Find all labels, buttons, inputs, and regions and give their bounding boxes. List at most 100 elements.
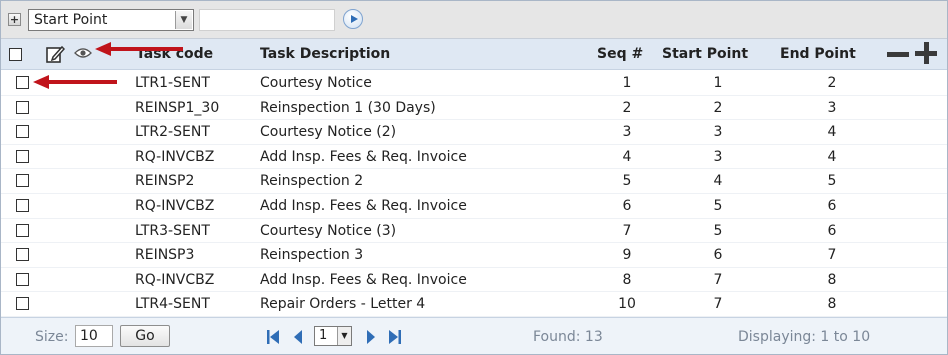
table-row[interactable]: LTR1-SENT Courtesy Notice 1 1 2 (1, 71, 947, 96)
seq-cell: 6 (622, 197, 632, 214)
task-grid-panel: + Start Point ▼ Task code Task Descripti… (0, 0, 948, 355)
task-description-cell: Add Insp. Fees & Req. Invoice (260, 148, 467, 165)
prev-page-icon[interactable] (291, 329, 305, 345)
filter-go-icon[interactable] (343, 9, 363, 29)
filter-field-select[interactable]: Start Point ▼ (28, 9, 194, 31)
table-row[interactable]: LTR3-SENT Courtesy Notice (3) 7 5 6 (1, 219, 947, 244)
filter-field-value: Start Point (34, 12, 108, 28)
collapse-minus-icon[interactable] (887, 52, 909, 57)
task-code-cell: RQ-INVCBZ (135, 271, 215, 288)
page-size-label: Size: (35, 329, 69, 345)
row-checkbox[interactable] (16, 272, 29, 286)
task-code-cell: RQ-INVCBZ (135, 148, 215, 165)
row-checkbox[interactable] (16, 174, 29, 188)
end-point-cell: 4 (827, 148, 837, 165)
grid-pager: Size: 10 Go 1 ▼ Found: 13 Displaying: 1 … (1, 317, 947, 354)
grid-body: LTR1-SENT Courtesy Notice 1 1 2 REINSP1_… (1, 71, 947, 317)
task-description-cell: Repair Orders - Letter 4 (260, 296, 426, 313)
add-plus-icon[interactable] (915, 42, 937, 64)
expand-plus-icon[interactable]: + (8, 13, 21, 26)
task-code-cell: LTR2-SENT (135, 124, 210, 141)
task-code-cell: REINSP1_30 (135, 99, 220, 116)
col-end-point[interactable]: End Point (780, 46, 856, 62)
start-point-cell: 3 (713, 148, 723, 165)
task-code-cell: LTR3-SENT (135, 222, 210, 239)
filter-toolbar: + Start Point ▼ (1, 1, 947, 39)
table-row[interactable]: RQ-INVCBZ Add Insp. Fees & Req. Invoice … (1, 145, 947, 170)
row-checkbox[interactable] (16, 149, 29, 163)
next-page-icon[interactable] (364, 329, 378, 345)
page-size-go-button[interactable]: Go (120, 325, 170, 347)
seq-cell: 8 (622, 271, 632, 288)
table-row[interactable]: REINSP2 Reinspection 2 5 4 5 (1, 169, 947, 194)
start-point-cell: 3 (713, 124, 723, 141)
end-point-cell: 6 (827, 197, 837, 214)
table-row[interactable]: LTR4-SENT Repair Orders - Letter 4 10 7 … (1, 292, 947, 317)
end-point-cell: 7 (827, 247, 837, 264)
found-count: Found: 13 (533, 329, 603, 345)
row-checkbox[interactable] (16, 125, 29, 139)
row-checkbox[interactable] (16, 297, 29, 311)
table-row[interactable]: REINSP3 Reinspection 3 9 6 7 (1, 243, 947, 268)
first-page-icon[interactable] (266, 329, 280, 345)
row-checkbox[interactable] (16, 76, 29, 89)
page-size-input[interactable]: 10 (75, 325, 113, 347)
seq-cell: 10 (618, 296, 636, 313)
end-point-cell: 5 (827, 173, 837, 190)
table-row[interactable]: RQ-INVCBZ Add Insp. Fees & Req. Invoice … (1, 268, 947, 293)
task-description-cell: Reinspection 3 (260, 247, 364, 264)
row-checkbox[interactable] (16, 198, 29, 212)
task-code-cell: LTR1-SENT (135, 75, 210, 91)
table-row[interactable]: LTR2-SENT Courtesy Notice (2) 3 3 4 (1, 120, 947, 145)
annotation-arrow-icon (33, 75, 117, 89)
seq-cell: 5 (622, 173, 632, 190)
seq-cell: 2 (622, 99, 632, 116)
end-point-cell: 6 (827, 222, 837, 239)
filter-search-input[interactable] (199, 9, 335, 31)
task-code-cell: RQ-INVCBZ (135, 197, 215, 214)
seq-cell: 9 (622, 247, 632, 264)
start-point-cell: 4 (713, 173, 723, 190)
edit-icon[interactable] (45, 44, 65, 64)
annotation-arrow-icon (95, 42, 183, 56)
displaying-range: Displaying: 1 to 10 (738, 329, 871, 345)
task-description-cell: Add Insp. Fees & Req. Invoice (260, 197, 467, 214)
view-eye-icon[interactable] (74, 47, 92, 59)
col-seq[interactable]: Seq # (597, 46, 643, 62)
task-code-cell: REINSP2 (135, 173, 195, 190)
last-page-icon[interactable] (388, 329, 402, 345)
end-point-cell: 3 (827, 99, 837, 116)
task-code-cell: REINSP3 (135, 247, 195, 264)
start-point-cell: 7 (713, 271, 723, 288)
end-point-cell: 4 (827, 124, 837, 141)
chevron-down-icon[interactable]: ▼ (175, 11, 192, 29)
task-description-cell: Reinspection 2 (260, 173, 364, 190)
row-checkbox[interactable] (16, 248, 29, 262)
seq-cell: 1 (622, 75, 632, 91)
task-code-cell: LTR4-SENT (135, 296, 210, 313)
page-number-select[interactable]: 1 ▼ (314, 326, 352, 346)
table-row[interactable]: RQ-INVCBZ Add Insp. Fees & Req. Invoice … (1, 194, 947, 219)
end-point-cell: 8 (827, 296, 837, 313)
seq-cell: 7 (622, 222, 632, 239)
start-point-cell: 5 (713, 222, 723, 239)
start-point-cell: 6 (713, 247, 723, 264)
start-point-cell: 7 (713, 296, 723, 313)
seq-cell: 3 (622, 124, 632, 141)
select-all-checkbox[interactable] (9, 48, 22, 61)
end-point-cell: 2 (827, 75, 837, 91)
task-description-cell: Add Insp. Fees & Req. Invoice (260, 271, 467, 288)
row-checkbox[interactable] (16, 223, 29, 237)
col-task-description[interactable]: Task Description (260, 46, 390, 62)
col-start-point[interactable]: Start Point (662, 46, 748, 62)
chevron-down-icon[interactable]: ▼ (337, 327, 351, 345)
start-point-cell: 2 (713, 99, 723, 116)
task-description-cell: Reinspection 1 (30 Days) (260, 99, 436, 116)
end-point-cell: 8 (827, 271, 837, 288)
page-number-value: 1 (319, 328, 328, 343)
start-point-cell: 1 (713, 75, 723, 91)
task-description-cell: Courtesy Notice (2) (260, 124, 397, 141)
row-checkbox[interactable] (16, 100, 29, 114)
table-row[interactable]: REINSP1_30 Reinspection 1 (30 Days) 2 2 … (1, 96, 947, 121)
task-description-cell: Courtesy Notice (3) (260, 222, 397, 239)
